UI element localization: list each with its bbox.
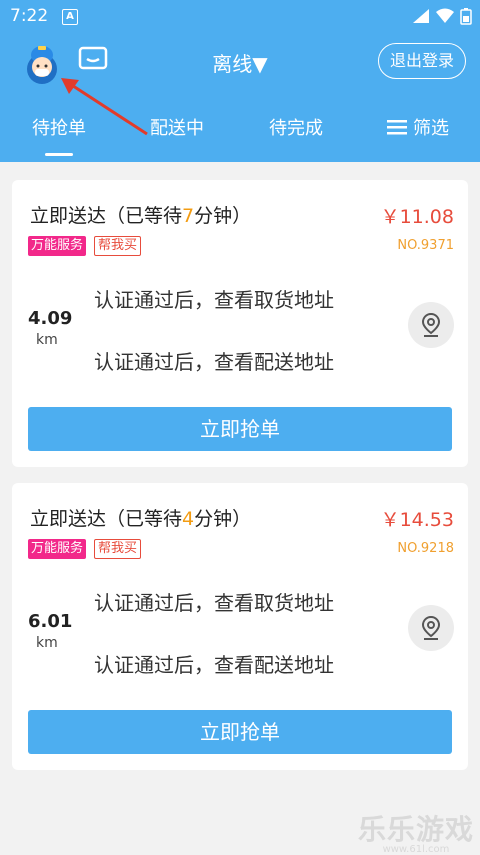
menu-icon: [387, 120, 407, 135]
location-pin-icon: [421, 615, 441, 640]
pickup-address: 认证通过后，查看取货地址: [94, 591, 334, 615]
pickup-address: 认证通过后，查看取货地址: [94, 288, 334, 312]
distance-unit: km: [36, 635, 58, 651]
signal-icon: [413, 9, 429, 23]
tab-filter[interactable]: 筛选: [387, 114, 449, 140]
order-title-suffix: 分钟）: [194, 205, 252, 227]
watermark-title: 乐乐游戏: [357, 813, 474, 846]
order-title-suffix: 分钟）: [194, 508, 252, 530]
watermark: 乐乐游戏 www.61l.com: [358, 808, 474, 855]
online-status-label: 离线▼: [212, 52, 268, 76]
order-title-prefix: 立即送达（已等待: [30, 508, 183, 530]
delivery-address: 认证通过后，查看配送地址: [94, 653, 334, 677]
order-card: 立即送达（已等待7分钟） ￥11.08 万能服务 帮我买 NO.9371 4.0…: [12, 180, 468, 467]
distance-value: 6.01: [28, 611, 73, 632]
status-bar: 7:22 A: [0, 0, 480, 34]
map-location-button[interactable]: [408, 605, 454, 651]
tab-delivering[interactable]: 配送中: [150, 114, 204, 140]
service-tag: 万能服务: [28, 236, 87, 256]
wait-minutes: 4: [182, 508, 195, 530]
buy-tag: 帮我买: [94, 539, 142, 559]
service-tag: 万能服务: [28, 539, 87, 559]
distance-value: 4.09: [28, 308, 73, 329]
order-number: NO.9218: [397, 541, 454, 556]
order-number: NO.9371: [397, 238, 454, 253]
buy-tag: 帮我买: [94, 236, 142, 256]
battery-icon: [460, 8, 472, 25]
order-card: 立即送达（已等待4分钟） ￥14.53 万能服务 帮我买 NO.9218 6.0…: [12, 483, 468, 770]
order-price: ￥14.53: [380, 509, 454, 531]
order-title-prefix: 立即送达（已等待: [30, 205, 183, 227]
map-location-button[interactable]: [408, 302, 454, 348]
pointer-arrow: [61, 78, 148, 136]
tab-to-complete[interactable]: 待完成: [269, 114, 323, 140]
distance-unit: km: [36, 332, 58, 348]
status-time: 7:22: [10, 6, 49, 26]
grab-order-button[interactable]: 立即抢单: [28, 407, 452, 451]
wifi-icon: [436, 8, 454, 23]
wait-minutes: 7: [182, 205, 195, 227]
filter-label: 筛选: [413, 118, 449, 139]
delivery-address: 认证通过后，查看配送地址: [94, 350, 334, 374]
logout-button[interactable]: 退出登录: [378, 43, 466, 79]
notification-icon: A: [62, 9, 78, 25]
order-title: 立即送达（已等待4分钟）: [30, 504, 251, 531]
order-price: ￥11.08: [380, 206, 454, 228]
location-pin-icon: [421, 312, 441, 337]
active-tab-indicator: [45, 153, 73, 156]
order-title: 立即送达（已等待7分钟）: [30, 201, 251, 228]
grab-order-button[interactable]: 立即抢单: [28, 710, 452, 754]
status-icons: [412, 7, 472, 25]
